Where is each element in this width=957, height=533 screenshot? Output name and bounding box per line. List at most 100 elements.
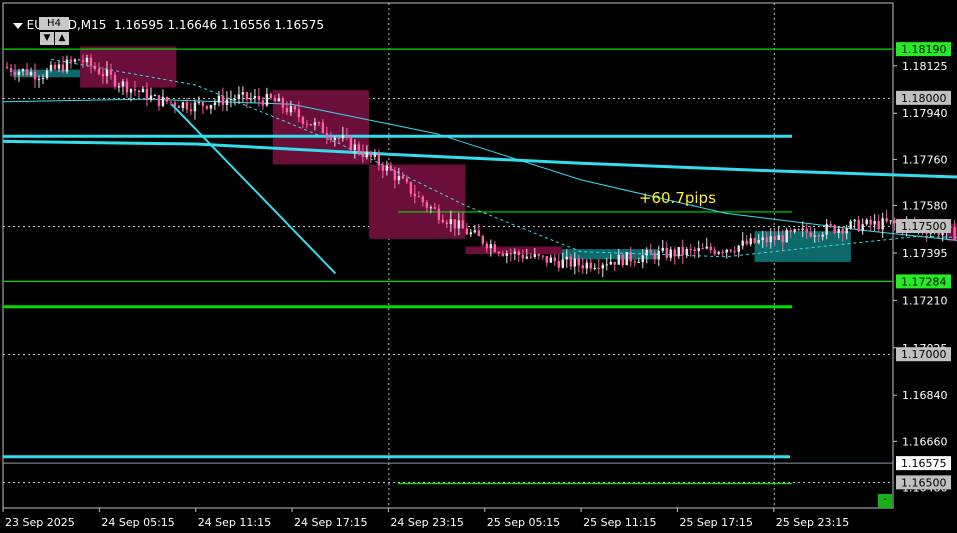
x-tick-label: 25 Sep 17:15 <box>679 516 752 529</box>
m15-candles <box>5 53 956 277</box>
x-tick-label: 24 Sep 11:15 <box>198 516 271 529</box>
candle-body <box>349 136 353 150</box>
candle-body <box>465 228 469 235</box>
candle-body <box>625 252 628 266</box>
candle-body <box>389 165 393 171</box>
timeframe-down-button[interactable]: ▼ <box>40 32 54 45</box>
candle-body <box>81 60 85 63</box>
candle-body <box>877 221 880 230</box>
candle-body <box>373 154 377 157</box>
candle-body <box>469 232 473 235</box>
candle-body <box>429 207 433 209</box>
candle-body <box>277 98 281 102</box>
price-tag: 1.16575 <box>901 457 947 470</box>
candle-body <box>801 228 804 231</box>
candle-body <box>805 228 808 233</box>
candle-body <box>217 95 221 103</box>
candle-body <box>57 64 61 69</box>
candle-body <box>717 252 720 254</box>
candle-body <box>473 230 477 233</box>
timeframe-label[interactable]: H4 <box>39 17 69 30</box>
candle-body <box>793 229 796 232</box>
candle-body <box>677 247 680 257</box>
candle-body <box>505 253 509 256</box>
candle-body <box>53 64 57 69</box>
candle-body <box>881 218 884 230</box>
candle-body <box>249 98 253 100</box>
candle-body <box>485 243 489 249</box>
chart-menu-icon[interactable] <box>12 22 23 29</box>
candle-body <box>261 100 265 106</box>
candle-body <box>9 68 13 72</box>
candle-body <box>841 228 844 234</box>
candle-body <box>93 65 97 69</box>
candle-body <box>49 64 53 71</box>
candle-body <box>125 81 129 93</box>
candle-body <box>453 219 457 229</box>
candle-body <box>313 122 317 126</box>
candle-body <box>221 95 225 105</box>
candle-body <box>765 237 768 243</box>
y-tick-label: 1.17940 <box>902 107 948 120</box>
candle-body <box>817 235 820 237</box>
candle-body <box>377 154 381 166</box>
candle-body <box>17 71 21 75</box>
y-tick-label: 1.16660 <box>902 435 948 448</box>
candle-body <box>237 94 241 99</box>
candle-body <box>821 234 824 237</box>
ohlc-values: 1.16595 1.16646 1.16556 1.16575 <box>114 18 324 32</box>
candle-body <box>393 170 397 181</box>
candle-body <box>641 255 644 263</box>
y-tick-label: 1.17395 <box>902 247 948 260</box>
candle-body <box>869 219 872 225</box>
candle-body <box>657 250 660 260</box>
candle-body <box>305 123 309 125</box>
candle-body <box>729 249 732 252</box>
chart-minimize-button[interactable]: - <box>878 494 892 508</box>
candle-body <box>837 228 840 233</box>
candle-body <box>117 86 121 88</box>
candle-body <box>197 102 201 104</box>
price-axis[interactable]: 1.18125 1.17940 1.17760 1.17580 1.17395 1.172… <box>893 42 951 494</box>
candle-body <box>609 261 612 265</box>
candle-body <box>193 102 197 112</box>
candle-body <box>549 257 552 263</box>
candle-body <box>13 71 17 75</box>
candle-body <box>213 102 217 106</box>
candle-body <box>533 254 537 258</box>
candle-body <box>521 255 525 259</box>
candle-body <box>441 219 445 223</box>
price-tag: 1.18190 <box>901 43 947 56</box>
candle-body <box>317 122 321 124</box>
candle-body <box>637 262 640 264</box>
candle-body <box>653 253 656 260</box>
candle-body <box>489 244 493 249</box>
candle-body <box>21 69 25 72</box>
candle-body <box>893 220 896 224</box>
x-tick-label: 25 Sep 11:15 <box>583 516 656 529</box>
candle-body <box>241 92 245 95</box>
candle-body <box>477 230 481 236</box>
pips-annotation: +60.7pips <box>639 189 716 207</box>
candle-body <box>29 71 33 76</box>
candle-body <box>297 109 301 118</box>
candle-body <box>745 240 748 245</box>
candle-body <box>245 92 249 100</box>
candle-body <box>481 235 485 244</box>
candle-body <box>849 221 852 229</box>
candle-body <box>661 247 664 251</box>
time-axis[interactable]: 23 Sep 2025 24 Sep 05:15 24 Sep 11:15 24 Se… <box>2 508 849 529</box>
candle-body <box>225 99 229 105</box>
candle-body <box>137 90 141 93</box>
candle-body <box>289 106 293 113</box>
candle-body <box>293 106 297 110</box>
price-tag: 1.18000 <box>901 92 947 105</box>
candle-body <box>133 88 137 91</box>
price-chart[interactable]: +60.7pips+22.8pips 1.181251.179401.17760… <box>0 0 957 533</box>
candle-body <box>769 236 772 243</box>
candle-body <box>785 230 788 243</box>
candle-body <box>205 105 209 109</box>
candle-body <box>733 251 736 253</box>
candle-body <box>417 196 421 198</box>
timeframe-up-button[interactable]: ▲ <box>55 32 69 45</box>
